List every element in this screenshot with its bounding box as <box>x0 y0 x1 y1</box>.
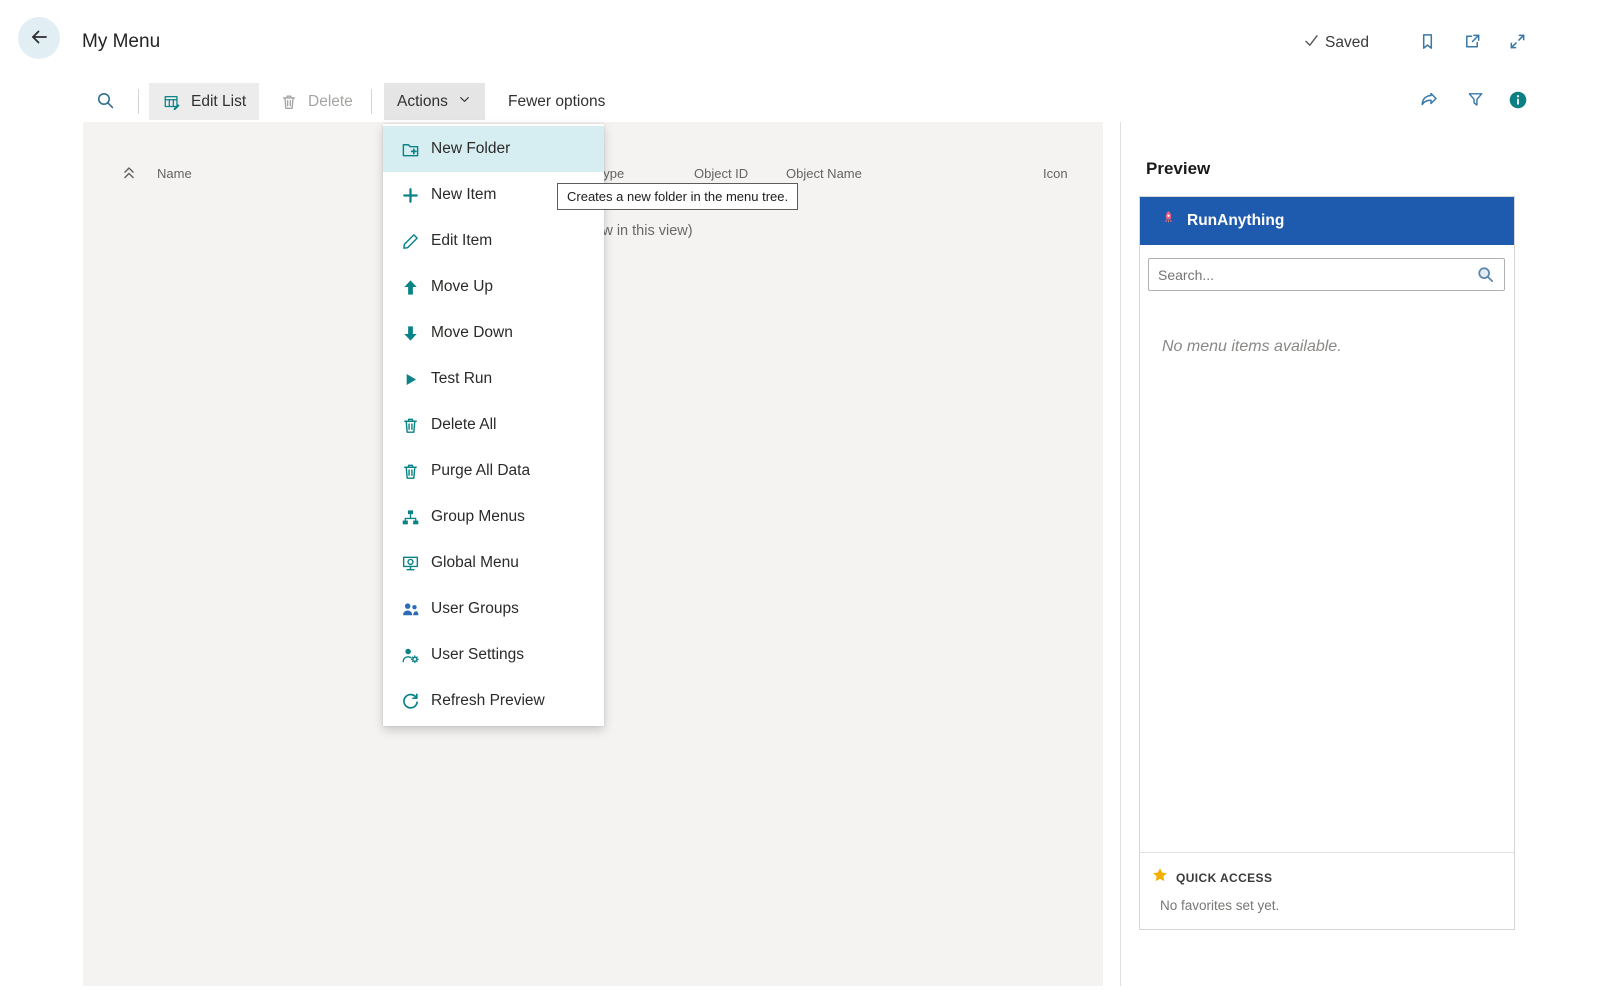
star-icon <box>1152 867 1168 888</box>
menu-item-global-menu[interactable]: Global Menu <box>383 540 604 586</box>
preview-search-button[interactable] <box>1475 265 1495 285</box>
refresh-icon <box>400 691 420 711</box>
toolbar-divider <box>138 89 139 114</box>
menu-item-label: Move Down <box>431 324 513 341</box>
share-icon <box>1419 90 1439 113</box>
menu-item-move-up[interactable]: Move Up <box>383 264 604 310</box>
menu-item-label: New Folder <box>431 140 511 157</box>
menu-item-label: Move Up <box>431 278 494 295</box>
filter-button[interactable] <box>1463 89 1487 113</box>
monitor-icon <box>400 553 420 573</box>
edit-list-icon <box>162 92 182 112</box>
menu-item-user-groups[interactable]: User Groups <box>383 586 604 632</box>
delete-button[interactable]: Delete <box>266 83 366 120</box>
preview-empty-message: No menu items available. <box>1162 338 1342 355</box>
edit-list-label: Edit List <box>191 92 247 110</box>
actions-label: Actions <box>397 92 448 110</box>
menu-item-new-folder[interactable]: New Folder <box>383 126 604 172</box>
column-header-name[interactable]: Name <box>157 166 192 181</box>
menu-item-label: New Item <box>431 186 497 203</box>
plus-icon <box>400 185 420 205</box>
play-icon <box>400 369 420 389</box>
menu-item-label: Global Menu <box>431 554 519 571</box>
search-icon <box>96 91 115 113</box>
save-status: Saved <box>1303 32 1369 54</box>
people-icon <box>400 599 420 619</box>
arrow-down-icon <box>400 323 420 343</box>
saved-check-icon <box>1303 32 1320 54</box>
quick-access-empty-message: No favorites set yet. <box>1160 898 1280 913</box>
quick-access-label: QUICK ACCESS <box>1176 870 1273 885</box>
menu-item-refresh-preview[interactable]: Refresh Preview <box>383 678 604 724</box>
preview-search-input[interactable] <box>1158 266 1469 283</box>
actions-button[interactable]: Actions <box>384 83 485 120</box>
menu-item-label: Purge All Data <box>431 462 531 479</box>
search-button[interactable] <box>93 90 117 114</box>
quick-access-section: QUICK ACCESS No favorites set yet. <box>1140 852 1514 913</box>
magnifier-icon <box>1476 266 1495 287</box>
open-in-window-button[interactable] <box>1459 30 1485 56</box>
preview-pane-title: Preview <box>1146 159 1211 178</box>
column-header-object-name[interactable]: Object Name <box>786 166 862 181</box>
trash-icon <box>400 415 420 435</box>
menu-item-purge-all-data[interactable]: Purge All Data <box>383 448 604 494</box>
actions-menu: New Folder New Item Edit Item Move Up Mo… <box>383 124 604 726</box>
toolbar-divider <box>371 89 372 114</box>
menu-item-user-settings[interactable]: User Settings <box>383 632 604 678</box>
menu-item-edit-item[interactable]: Edit Item <box>383 218 604 264</box>
menu-item-label: User Groups <box>431 600 519 617</box>
trash-icon <box>279 92 299 112</box>
preview-search-box <box>1148 258 1505 291</box>
org-chart-icon <box>400 507 420 527</box>
delete-label: Delete <box>308 92 353 110</box>
collapse-rows-icon[interactable] <box>119 164 139 184</box>
pencil-icon <box>400 231 420 251</box>
menu-item-label: User Settings <box>431 646 525 663</box>
preview-app-header: RunAnything <box>1140 197 1514 245</box>
tooltip: Creates a new folder in the menu tree. <box>557 183 799 210</box>
arrow-up-icon <box>400 277 420 297</box>
back-arrow-icon <box>29 27 49 50</box>
expand-icon <box>1508 32 1527 54</box>
saved-label: Saved <box>1325 34 1369 51</box>
new-folder-icon <box>400 139 420 159</box>
chevron-down-icon <box>457 92 472 112</box>
column-header-object-id[interactable]: Object ID <box>694 166 748 181</box>
factbox-divider <box>1120 122 1121 986</box>
page-title: My Menu <box>82 31 161 52</box>
menu-item-label: Edit Item <box>431 232 493 249</box>
bookmark-icon <box>1418 32 1437 54</box>
rocket-icon <box>1160 210 1177 232</box>
info-icon <box>1508 90 1528 113</box>
expand-button[interactable] <box>1504 30 1530 56</box>
fewer-options-label: Fewer options <box>508 92 606 110</box>
filter-icon <box>1466 90 1485 112</box>
menu-item-label: Refresh Preview <box>431 692 545 709</box>
preview-app-title: RunAnything <box>1187 212 1285 229</box>
menu-item-move-down[interactable]: Move Down <box>383 310 604 356</box>
info-button[interactable] <box>1506 89 1530 113</box>
menu-item-group-menus[interactable]: Group Menus <box>383 494 604 540</box>
fewer-options-button[interactable]: Fewer options <box>495 83 618 120</box>
menu-item-test-run[interactable]: Test Run <box>383 356 604 402</box>
user-gear-icon <box>400 645 420 665</box>
menu-item-label: Delete All <box>431 416 497 433</box>
open-in-window-icon <box>1463 32 1482 54</box>
trash-icon <box>400 461 420 481</box>
menu-item-delete-all[interactable]: Delete All <box>383 402 604 448</box>
preview-card: RunAnything No menu items available. QUI… <box>1139 196 1515 930</box>
share-button[interactable] <box>1417 89 1441 113</box>
back-button[interactable] <box>18 17 60 59</box>
column-header-icon[interactable]: Icon <box>1043 166 1068 181</box>
menu-item-label: Group Menus <box>431 508 525 525</box>
menu-item-label: Test Run <box>431 370 493 387</box>
bookmark-button[interactable] <box>1414 30 1440 56</box>
edit-list-button[interactable]: Edit List <box>149 83 260 120</box>
